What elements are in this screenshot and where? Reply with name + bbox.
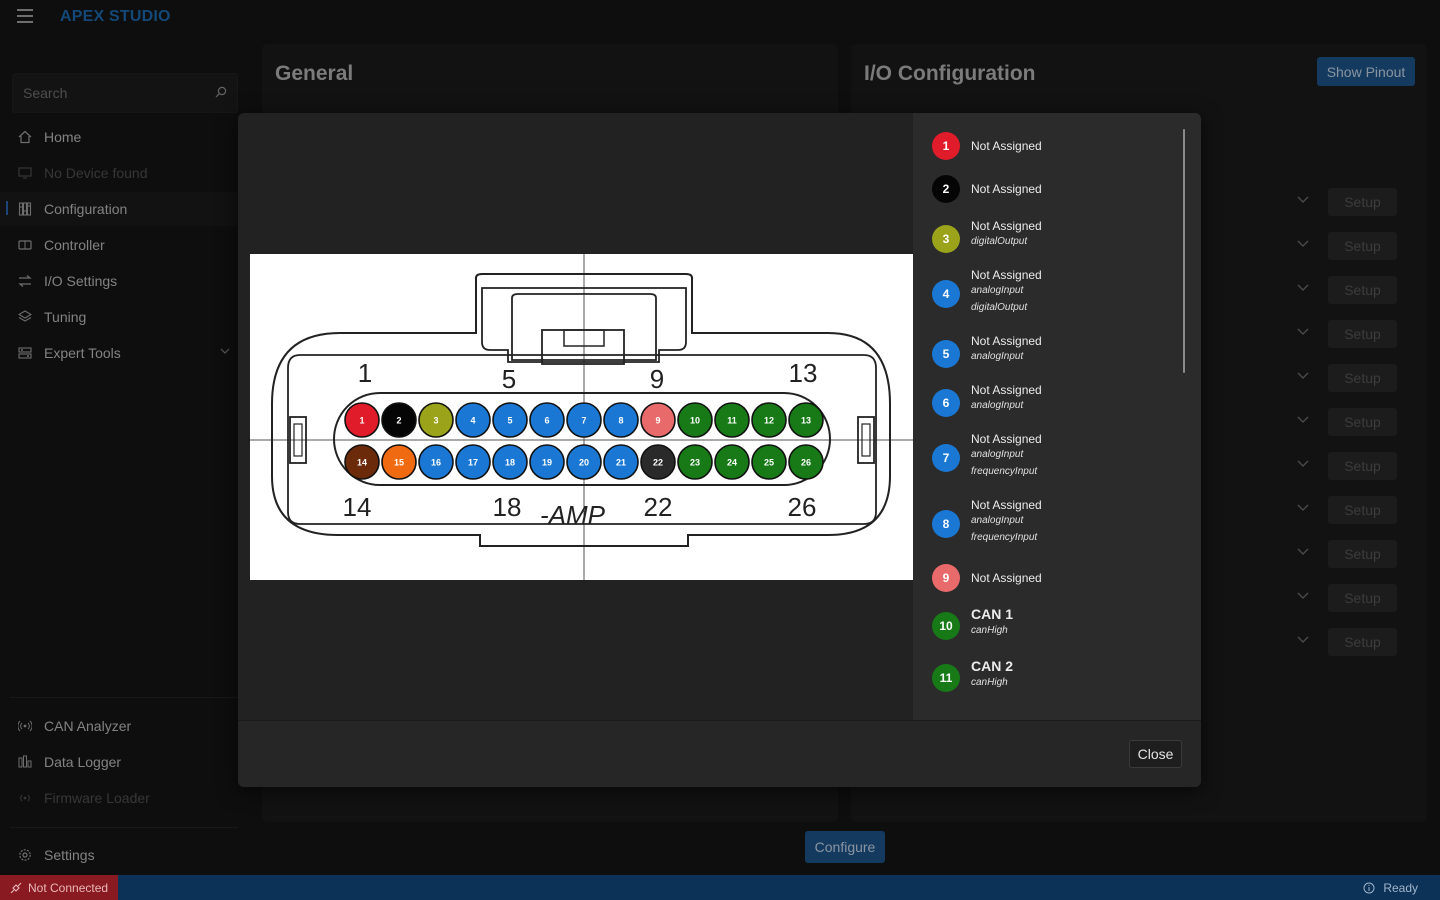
connector-pin-number: 12	[764, 416, 774, 426]
pin-name: Not Assigned	[971, 182, 1042, 196]
connector-pin-label: 1	[358, 358, 372, 388]
connector-pin-number: 26	[801, 458, 811, 468]
pin-number-badge: 3	[932, 225, 960, 253]
pin-number-badge: 8	[932, 510, 960, 538]
connector-pin-number: 9	[655, 416, 660, 426]
pin-name: Not Assigned	[971, 498, 1042, 512]
connector-pin-number: 24	[727, 458, 737, 468]
pin-function-tag: frequencyInput	[971, 466, 1038, 477]
ready-status: Ready	[1363, 881, 1418, 895]
connector-pin-number: 23	[690, 458, 700, 468]
connector-pin-number: 4	[470, 416, 475, 426]
connector-pin-number: 10	[690, 416, 700, 426]
connector-pin-number: 22	[653, 458, 663, 468]
pin-name: Not Assigned	[971, 383, 1042, 397]
connector-pin-number: 7	[581, 416, 586, 426]
connector-pin-number: 8	[618, 416, 623, 426]
pin-name: Not Assigned	[971, 571, 1042, 585]
pin-function-tag: frequencyInput	[971, 532, 1038, 543]
connector-pin-number: 6	[544, 416, 549, 426]
pin-function-tag: digitalOutput	[971, 236, 1028, 247]
connector-pin-number: 20	[579, 458, 589, 468]
connector-pin-label: 5	[502, 364, 516, 394]
ready-status-label: Ready	[1383, 881, 1418, 895]
pin-function-tag: analogInput	[971, 351, 1024, 362]
pin-function-tag: analogInput	[971, 515, 1024, 526]
connection-status-label: Not Connected	[28, 880, 109, 895]
pin-number-badge: 2	[932, 175, 960, 203]
pin-name: Not Assigned	[971, 334, 1042, 348]
pin-list-scrollbar[interactable]	[1183, 129, 1185, 373]
connection-status[interactable]: Not Connected	[0, 875, 118, 900]
pin-function-tag: digitalOutput	[971, 302, 1028, 313]
pinout-modal: -AMP 1 5 9 13 14 18 22 26 1 2 3 4 5 6 7 8 9 10 11 12 13 14 15…	[238, 113, 1201, 787]
pin-function-tag: canHigh	[971, 625, 1008, 636]
connector-pin-number: 19	[542, 458, 552, 468]
connector-pin-label: 14	[343, 492, 372, 522]
pin-name: CAN 2	[971, 658, 1014, 674]
connector-pin-number: 17	[468, 458, 478, 468]
connector-pin-label: 13	[789, 358, 818, 388]
pin-function-tag: analogInput	[971, 285, 1024, 296]
connector-pin-number: 13	[801, 416, 811, 426]
connector-pin-number: 3	[433, 416, 438, 426]
pin-number-badge: 7	[932, 444, 960, 472]
connector-pin-label: 22	[644, 492, 673, 522]
connector-pin-number: 11	[727, 416, 737, 426]
connector-pin-number: 16	[431, 458, 441, 468]
connector-pin-label: 26	[788, 492, 817, 522]
connector-pin-number: 1	[359, 416, 364, 426]
pin-number-badge: 4	[932, 280, 960, 308]
pin-function-tag: analogInput	[971, 400, 1024, 411]
pin-number-badge: 10	[932, 612, 960, 640]
pin-name: Not Assigned	[971, 432, 1042, 446]
pin-name: Not Assigned	[971, 219, 1042, 233]
info-icon	[1363, 882, 1375, 894]
connector-pin-number: 5	[507, 416, 512, 426]
connector-pin-number: 15	[394, 458, 404, 468]
modal-footer	[238, 720, 1201, 787]
connector-pin-number: 18	[505, 458, 515, 468]
pin-number-badge: 5	[932, 340, 960, 368]
status-bar: Not Connected Ready	[0, 875, 1440, 900]
pin-name: Not Assigned	[971, 268, 1042, 282]
connector-pin-number: 14	[357, 458, 367, 468]
pin-name: Not Assigned	[971, 139, 1042, 153]
connector-diagram: -AMP 1 5 9 13 14 18 22 26 1 2 3 4 5 6 7 8 9 10 11 12 13 14 15…	[250, 254, 913, 580]
connector-drawing: -AMP 1 5 9 1314 18 22 26 1 2 3 4 5 6 7 8 9 10 11 12 1314 15…	[250, 254, 913, 580]
connector-pin-number: 21	[616, 458, 626, 468]
pin-name: CAN 1	[971, 606, 1014, 622]
brand-label: -AMP	[540, 500, 606, 530]
pin-number-badge: 6	[932, 389, 960, 417]
pin-number-badge: 11	[932, 664, 960, 692]
pin-function-tag: canHigh	[971, 677, 1008, 688]
pin-function-tag: analogInput	[971, 449, 1024, 460]
plug-icon	[10, 882, 22, 893]
connector-pin-number: 25	[764, 458, 774, 468]
pin-number-badge: 9	[932, 564, 960, 592]
connector-pin-number: 2	[396, 416, 401, 426]
connector-pin-label: 18	[493, 492, 522, 522]
close-button[interactable]: Close	[1129, 740, 1182, 768]
connector-pin-label: 9	[650, 364, 664, 394]
pin-number-badge: 1	[932, 132, 960, 160]
